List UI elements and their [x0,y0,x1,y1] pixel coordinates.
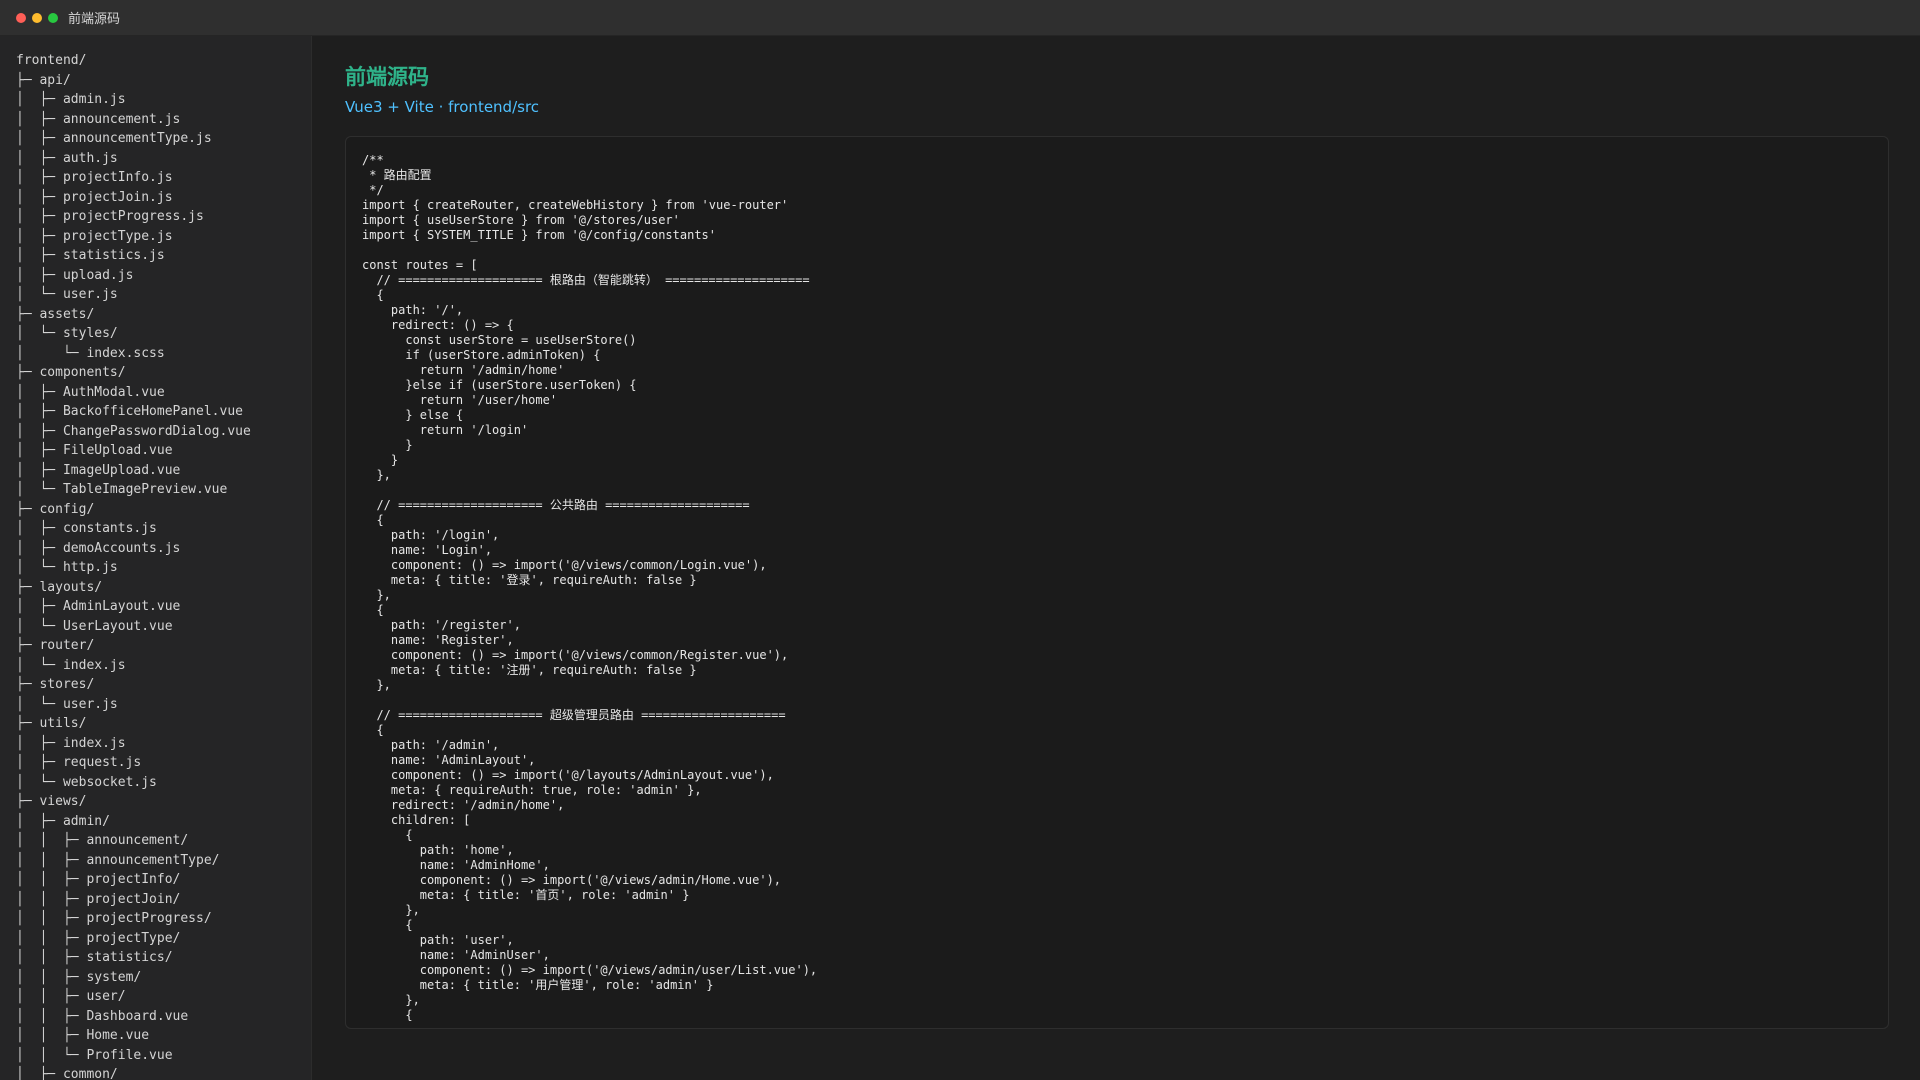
file-tree-item[interactable]: │ ├─ constants.js [16,519,311,539]
file-tree-item[interactable]: │ └─ UserLayout.vue [16,617,311,637]
file-tree-item[interactable]: │ │ ├─ projectJoin/ [16,890,311,910]
file-tree-item[interactable]: ├─ views/ [16,792,311,812]
file-tree-item[interactable]: │ │ ├─ statistics/ [16,948,311,968]
file-tree-item[interactable]: │ ├─ statistics.js [16,246,311,266]
file-tree-item[interactable]: │ ├─ projectProgress.js [16,207,311,227]
maximize-window-button[interactable] [48,12,58,23]
file-tree-item[interactable]: ├─ api/ [16,71,311,91]
file-tree-sidebar[interactable]: frontend/├─ api/│ ├─ admin.js │ ├─ announ… [0,36,312,1080]
file-tree-item[interactable]: │ │ ├─ user/ [16,987,311,1007]
file-tree-item[interactable]: │ ├─ common/ [16,1065,311,1080]
title-bar: 前端源码 [0,0,1920,36]
file-tree-item[interactable]: │ ├─ BackofficeHomePanel.vue [16,402,311,422]
file-tree-item[interactable]: │ ├─ announcement.js [16,110,311,130]
file-tree-item[interactable]: │ │ └─ Profile.vue [16,1046,311,1066]
file-tree-item[interactable]: │ ├─ projectJoin.js [16,188,311,208]
file-tree-item[interactable]: ├─ layouts/ [16,578,311,598]
file-tree-item[interactable]: │ └─ TableImagePreview.vue [16,480,311,500]
file-tree-item[interactable]: │ ├─ projectInfo.js [16,168,311,188]
file-tree-item[interactable]: │ ├─ AdminLayout.vue [16,597,311,617]
file-tree-item[interactable]: │ │ ├─ projectType/ [16,929,311,949]
file-tree-item[interactable]: ├─ config/ [16,500,311,520]
file-tree-item[interactable]: │ ├─ projectType.js [16,227,311,247]
file-tree-item[interactable]: │ ├─ AuthModal.vue [16,383,311,403]
file-tree-item[interactable]: │ ├─ index.js [16,734,311,754]
file-tree-item[interactable]: ├─ components/ [16,363,311,383]
file-tree-item[interactable]: │ │ ├─ Home.vue [16,1026,311,1046]
file-tree-item[interactable]: │ └─ user.js [16,695,311,715]
file-tree-item[interactable]: │ ├─ ImageUpload.vue [16,461,311,481]
file-tree-item[interactable]: │ │ ├─ announcement/ [16,831,311,851]
file-tree-item[interactable]: ├─ stores/ [16,675,311,695]
close-window-button[interactable] [16,12,26,23]
file-tree-item[interactable]: ├─ assets/ [16,305,311,325]
file-tree-item[interactable]: │ ├─ upload.js [16,266,311,286]
minimize-window-button[interactable] [32,12,42,23]
file-tree-item[interactable]: │ ├─ admin/ [16,812,311,832]
file-tree-item[interactable]: │ ├─ request.js [16,753,311,773]
file-tree-item[interactable]: │ └─ index.js [16,656,311,676]
window-controls [16,12,58,23]
page-title: 前端源码 [345,65,429,89]
file-tree-item[interactable]: │ │ ├─ announcementType/ [16,851,311,871]
file-tree-item[interactable]: ├─ router/ [16,636,311,656]
file-tree-item[interactable]: │ ├─ ChangePasswordDialog.vue [16,422,311,442]
file-tree-item[interactable]: │ ├─ demoAccounts.js [16,539,311,559]
file-tree-item[interactable]: │ ├─ auth.js [16,149,311,169]
file-tree-item[interactable]: │ │ ├─ Dashboard.vue [16,1007,311,1027]
file-tree-item[interactable]: │ ├─ announcementType.js [16,129,311,149]
file-tree-item[interactable]: │ ├─ FileUpload.vue [16,441,311,461]
code-block: /** * 路由配置 */ import { createRouter, cre… [362,153,818,1022]
file-tree: frontend/├─ api/│ ├─ admin.js │ ├─ announ… [0,36,311,1080]
file-tree-item[interactable]: │ └─ index.scss [16,344,311,364]
file-tree-item[interactable]: │ └─ styles/ [16,324,311,344]
file-tree-item[interactable]: │ │ ├─ projectInfo/ [16,870,311,890]
file-tree-item[interactable]: │ └─ user.js [16,285,311,305]
file-tree-item[interactable]: │ ├─ admin.js [16,90,311,110]
page-subtitle: Vue3 + Vite · frontend/src [345,98,540,116]
file-tree-item[interactable]: ├─ utils/ [16,714,311,734]
code-panel[interactable]: /** * 路由配置 */ import { createRouter, cre… [345,136,1889,1029]
file-tree-item[interactable]: │ │ ├─ projectProgress/ [16,909,311,929]
file-tree-item[interactable]: │ └─ websocket.js [16,773,311,793]
file-tree-item[interactable]: frontend/ [16,51,311,71]
file-tree-item[interactable]: │ │ ├─ system/ [16,968,311,988]
main-content: 前端源码 Vue3 + Vite · frontend/src /** * 路由… [313,36,1920,1080]
file-tree-item[interactable]: │ └─ http.js [16,558,311,578]
window-title: 前端源码 [68,12,121,27]
